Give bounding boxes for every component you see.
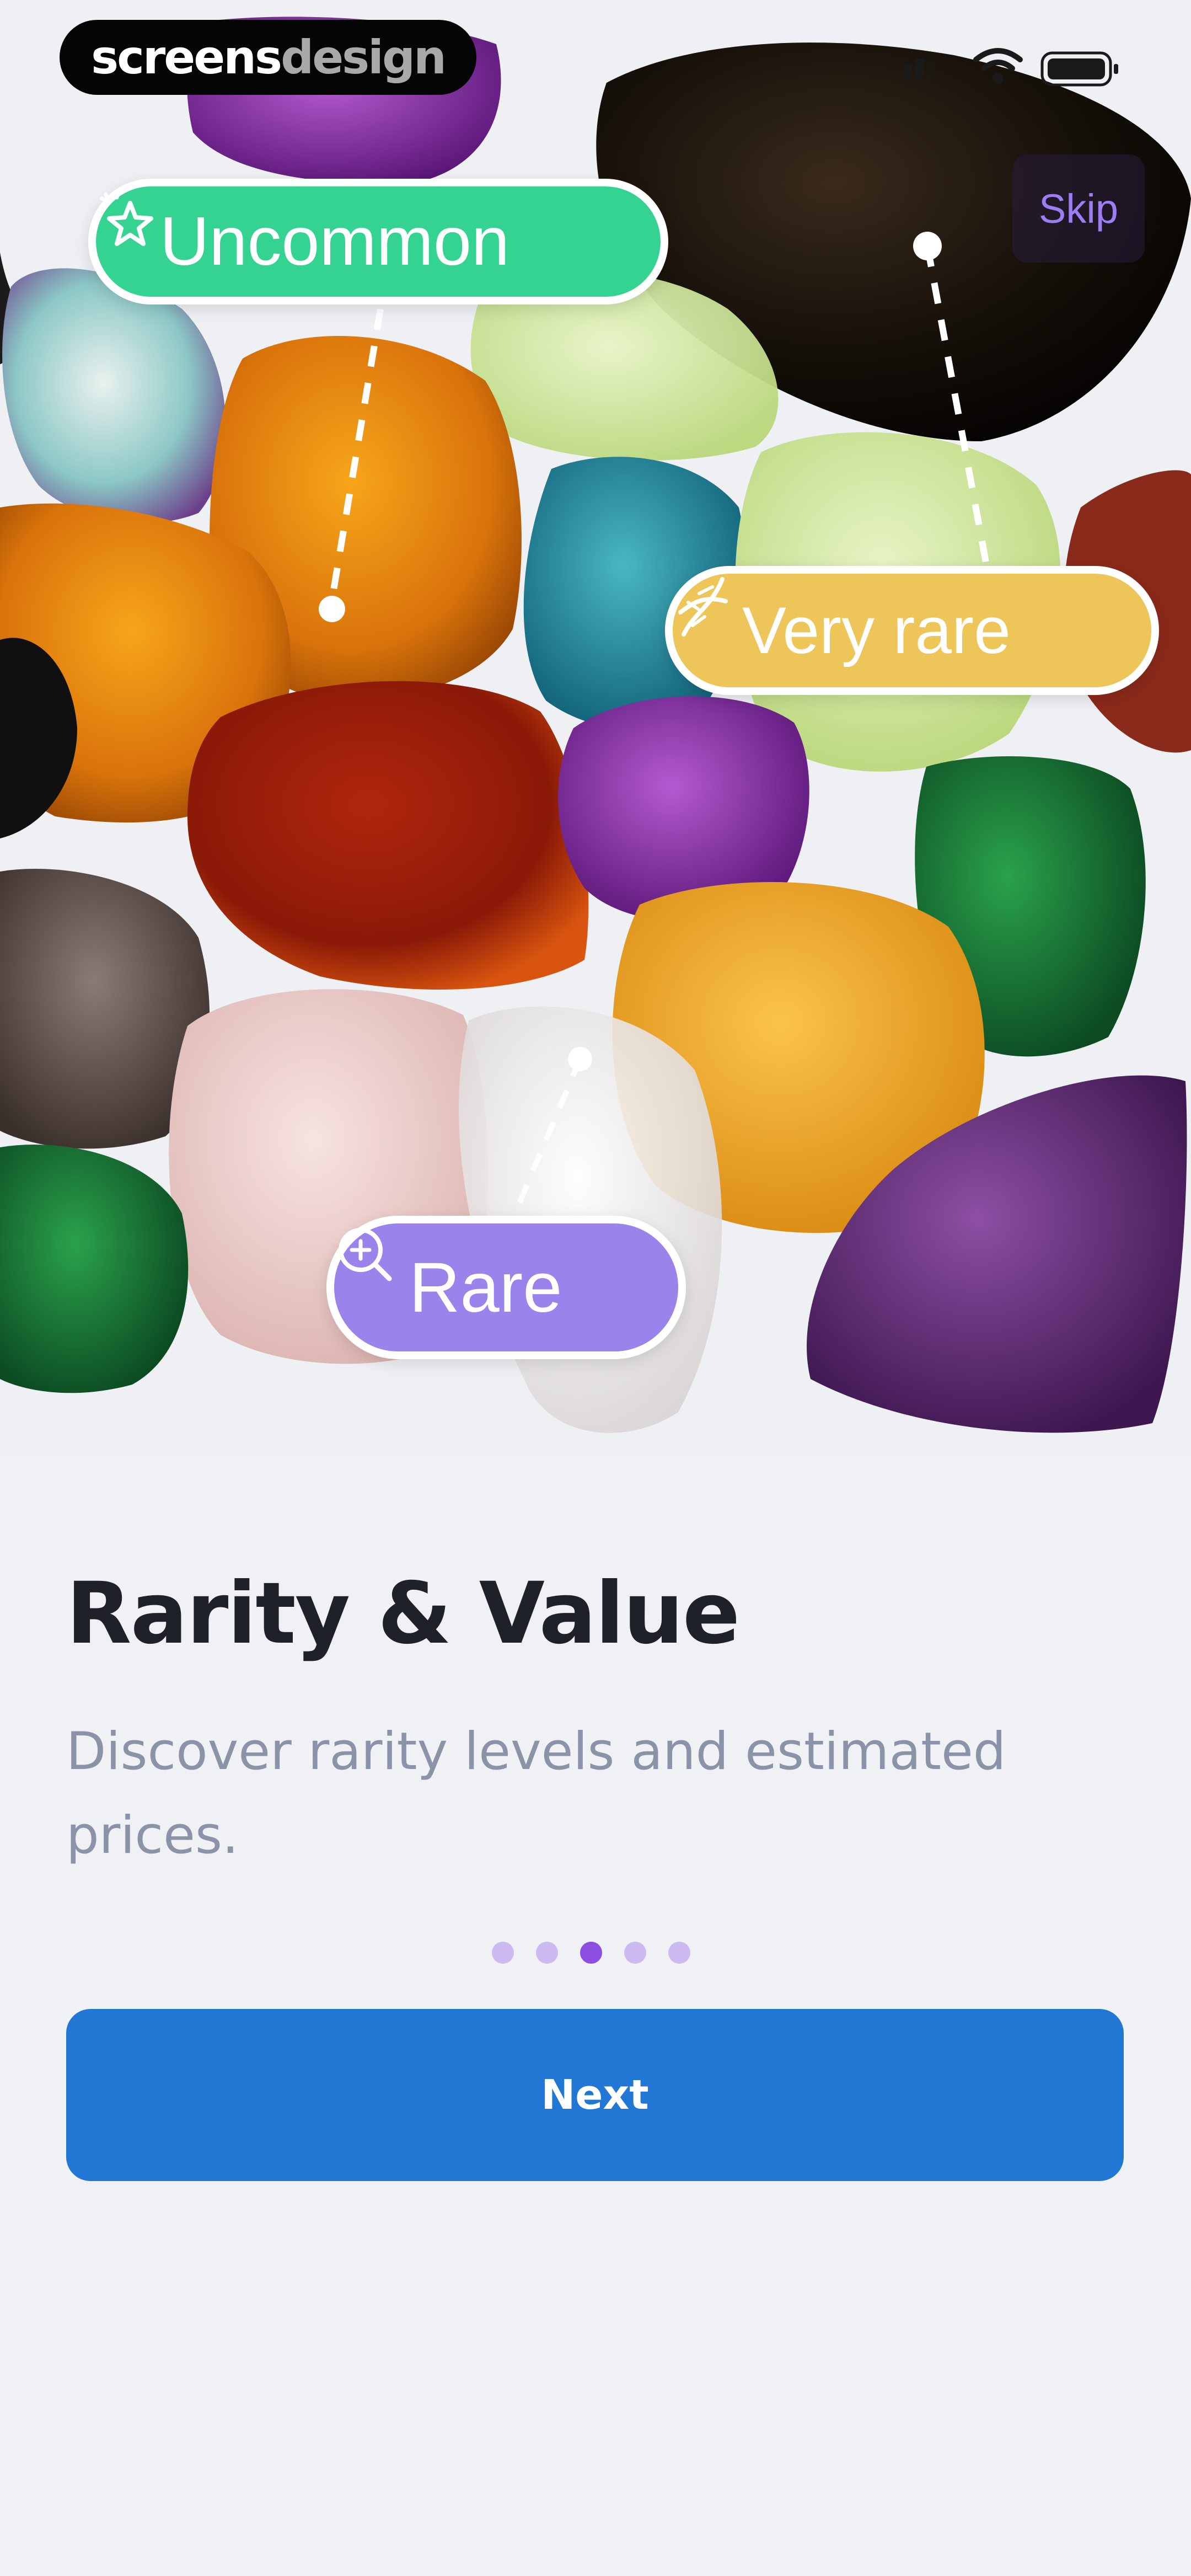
tag-rare-label: Rare (409, 1248, 562, 1327)
pagination-dot-3-active (580, 1942, 602, 1964)
watermark-part-2: design (281, 30, 447, 84)
skip-button[interactable]: Skip (1012, 154, 1145, 263)
watermark-part-1: screens (91, 30, 282, 84)
pagination-dot-5 (668, 1942, 690, 1964)
page-subtitle: Discover rarity levels and estimated pri… (66, 1722, 1006, 1866)
tag-very-rare: Very rare (665, 566, 1159, 695)
pagination-dots (492, 1941, 690, 1965)
tag-uncommon-label: Uncommon (160, 204, 509, 280)
tag-uncommon: Uncommon (88, 179, 668, 304)
page-title: Rarity & Value (66, 1564, 740, 1663)
signal-icon (903, 53, 936, 79)
tag-very-rare-label: Very rare (742, 594, 1011, 667)
pagination-dot-2 (536, 1942, 558, 1964)
screensdesign-watermark: screens design (60, 20, 476, 95)
tag-rare: Rare (326, 1216, 686, 1359)
next-button[interactable]: Next (66, 2009, 1124, 2181)
wifi-icon (973, 48, 1023, 84)
pagination-dot-4 (624, 1942, 646, 1964)
battery-icon (1040, 51, 1118, 87)
gemstones-hero-image: screens design Skip Uncommon Very rare R… (0, 0, 1191, 1456)
pagination-dot-1 (492, 1942, 514, 1964)
